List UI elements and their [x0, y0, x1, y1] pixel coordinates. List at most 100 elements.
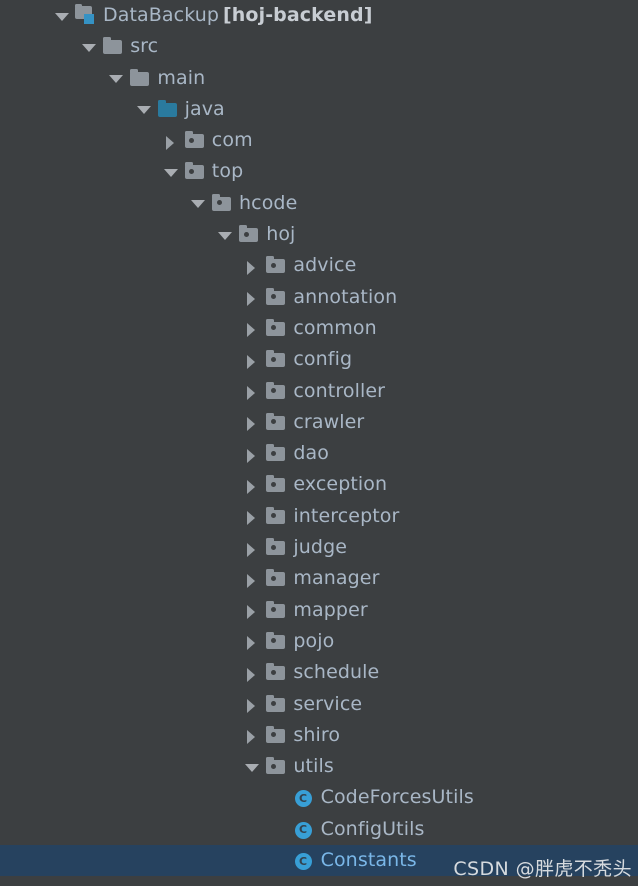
tree-row[interactable]: utils	[0, 751, 638, 782]
expand-arrow-icon[interactable]	[242, 282, 262, 313]
expand-arrow-icon[interactable]	[242, 689, 262, 720]
class-icon-letter: C	[299, 823, 308, 837]
project-tree-list[interactable]: DataBackup [hoj-backend] src main java com top…	[0, 0, 638, 877]
tree-row[interactable]: pojo	[0, 626, 638, 657]
tree-row[interactable]: DataBackup [hoj-backend]	[0, 0, 638, 31]
tree-row[interactable]: exception	[0, 469, 638, 500]
tree-row-label: schedule	[293, 657, 379, 688]
package-folder-icon	[264, 469, 288, 500]
collapse-arrow-icon[interactable]	[79, 31, 99, 62]
tree-row-label: dao	[293, 438, 329, 469]
expand-arrow-icon[interactable]	[242, 626, 262, 657]
collapse-arrow-icon[interactable]	[106, 63, 126, 94]
expand-arrow-icon[interactable]	[242, 501, 262, 532]
tree-row[interactable]: top	[0, 156, 638, 187]
collapse-arrow-icon[interactable]	[188, 188, 208, 219]
expand-arrow-icon[interactable]	[242, 532, 262, 563]
class-icon-letter: C	[299, 854, 308, 868]
tree-row[interactable]: C Constants	[0, 845, 638, 877]
expand-arrow-icon[interactable]	[242, 407, 262, 438]
tree-row[interactable]: shiro	[0, 720, 638, 751]
expand-arrow-icon[interactable]	[161, 125, 181, 156]
tree-row-name: ConfigUtils	[320, 817, 425, 840]
tree-row[interactable]: C CodeForcesUtils	[0, 782, 638, 813]
tree-row[interactable]: com	[0, 125, 638, 156]
package-folder-icon	[264, 626, 288, 657]
tree-row-name: common	[293, 316, 377, 339]
tree-row-name: controller	[293, 379, 386, 402]
tree-row[interactable]: manager	[0, 563, 638, 594]
tree-row[interactable]: annotation	[0, 282, 638, 313]
tree-row[interactable]: advice	[0, 250, 638, 281]
expand-arrow-icon[interactable]	[242, 376, 262, 407]
tree-row[interactable]: C ConfigUtils	[0, 814, 638, 845]
tree-row-label: shiro	[293, 720, 340, 751]
tree-row-label: exception	[293, 469, 387, 500]
collapse-arrow-icon[interactable]	[242, 751, 262, 782]
tree-row-label: com	[212, 125, 253, 156]
tree-row[interactable]: dao	[0, 438, 638, 469]
tree-row[interactable]: hcode	[0, 188, 638, 219]
tree-row[interactable]: crawler	[0, 407, 638, 438]
expand-arrow-icon[interactable]	[242, 720, 262, 751]
tree-row[interactable]: java	[0, 94, 638, 125]
expand-arrow-icon[interactable]	[242, 469, 262, 500]
package-folder-icon	[264, 282, 288, 313]
tree-row-label: Constants	[321, 845, 417, 876]
package-folder-icon	[183, 125, 207, 156]
tree-row[interactable]: controller	[0, 376, 638, 407]
tree-row-name: schedule	[293, 661, 380, 684]
tree-row-label: src	[130, 31, 158, 62]
tree-row-label: annotation	[293, 282, 397, 313]
tree-row-label: ConfigUtils	[321, 814, 425, 845]
expand-arrow-icon[interactable]	[242, 344, 262, 375]
project-tree-panel[interactable]: DataBackup [hoj-backend] src main java com top…	[0, 0, 638, 886]
tree-row-label: controller	[293, 376, 385, 407]
expand-arrow-icon[interactable]	[242, 250, 262, 281]
tree-row[interactable]: main	[0, 63, 638, 94]
tree-row[interactable]: mapper	[0, 595, 638, 626]
tree-row[interactable]: src	[0, 31, 638, 62]
expand-arrow-icon[interactable]	[242, 595, 262, 626]
tree-row-name: top	[211, 160, 244, 183]
tree-row-name: judge	[293, 536, 348, 559]
collapse-arrow-icon[interactable]	[52, 0, 72, 31]
tree-row[interactable]: service	[0, 689, 638, 720]
expand-arrow-icon[interactable]	[242, 563, 262, 594]
expand-arrow-icon[interactable]	[242, 438, 262, 469]
tree-row[interactable]: common	[0, 313, 638, 344]
tree-row-name: annotation	[293, 285, 398, 308]
tree-row-label: java	[185, 94, 225, 125]
tree-row[interactable]: hoj	[0, 219, 638, 250]
tree-row[interactable]: config	[0, 344, 638, 375]
source-folder-icon	[156, 94, 180, 125]
tree-row-name: mapper	[293, 598, 368, 621]
tree-row[interactable]: schedule	[0, 657, 638, 688]
expand-arrow-icon[interactable]	[242, 313, 262, 344]
collapse-arrow-icon[interactable]	[161, 156, 181, 187]
package-folder-icon	[264, 657, 288, 688]
collapse-arrow-icon[interactable]	[134, 94, 154, 125]
tree-row[interactable]: judge	[0, 532, 638, 563]
expand-arrow-icon[interactable]	[242, 657, 262, 688]
tree-row[interactable]: interceptor	[0, 501, 638, 532]
tree-row-label: interceptor	[293, 501, 399, 532]
tree-row-label: config	[293, 344, 352, 375]
package-folder-icon	[264, 250, 288, 281]
package-folder-icon	[264, 689, 288, 720]
tree-row-name: advice	[293, 254, 357, 277]
collapse-arrow-icon[interactable]	[215, 219, 235, 250]
